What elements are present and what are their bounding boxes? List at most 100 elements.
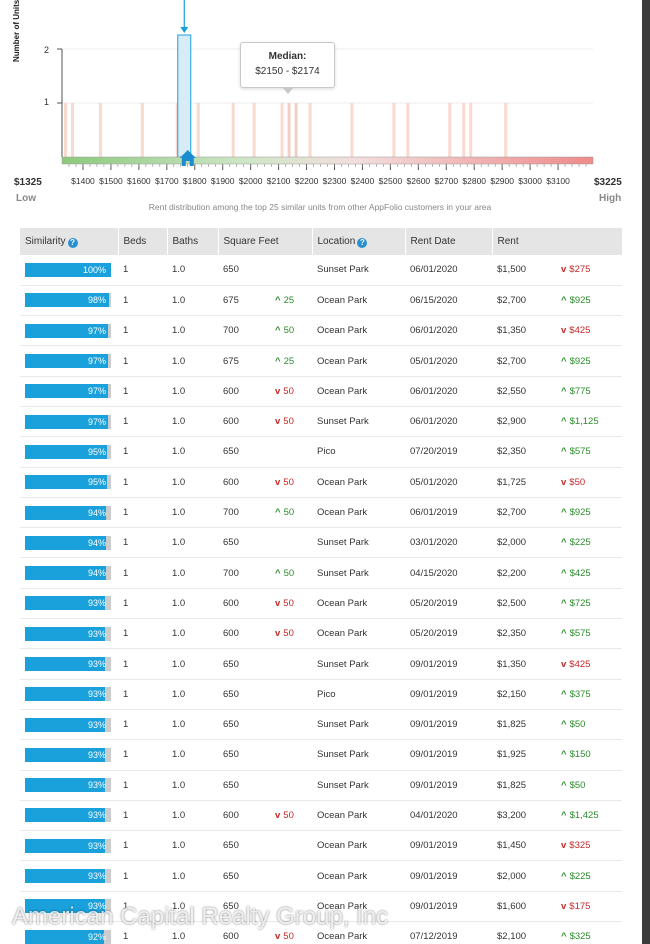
similarity-value: 94% bbox=[87, 507, 106, 518]
rent-delta: v $50 bbox=[561, 476, 586, 488]
table-row[interactable]: 97% 1 1.0 600 v 50 Sunset Park 06/01/2020 $2,900… bbox=[20, 406, 622, 438]
x-tick-label: $2400 bbox=[350, 176, 375, 186]
sqft-delta: v 50 bbox=[275, 597, 294, 609]
rent-cell: $2,700 ^ $925 bbox=[492, 285, 622, 317]
location-cell: Ocean Park bbox=[312, 800, 405, 832]
rent-cell: $1,825 ^ $50 bbox=[492, 770, 622, 801]
table-row[interactable]: 93% 1 1.0 650 Ocean Park 09/01/2019 $1,600 v $17… bbox=[20, 891, 622, 923]
baths-cell: 1.0 bbox=[167, 921, 218, 944]
table-row[interactable]: 93% 1 1.0 650 Sunset Park 09/01/2019 $1,350 v $4… bbox=[20, 648, 622, 680]
arrow-up-icon: ^ bbox=[561, 597, 567, 609]
square-feet-cell: 650 bbox=[218, 648, 312, 680]
info-icon[interactable]: ? bbox=[67, 237, 78, 248]
similarity-value: 93% bbox=[87, 659, 106, 669]
table-row[interactable]: 92% 1 1.0 600 v 50 Ocean Park 07/12/2019 $2,100 ^… bbox=[20, 921, 622, 944]
table-row[interactable]: 93% 1 1.0 650 Ocean Park 09/01/2019 $2,000 ^ $22… bbox=[20, 860, 622, 892]
rent-date-cell: 09/01/2019 bbox=[405, 679, 492, 710]
table-row[interactable]: 97% 1 1.0 700 ^ 50 Ocean Park 06/01/2020 $1,350 v… bbox=[20, 315, 622, 347]
histogram-bar bbox=[350, 103, 354, 157]
table-row[interactable]: 93% 1 1.0 600 v 50 Ocean Park 04/01/2020 $3,200 ^… bbox=[20, 800, 622, 832]
baths-cell: 1.0 bbox=[167, 800, 218, 832]
rent-delta: ^ $50 bbox=[561, 779, 586, 791]
baths-cell: 1.0 bbox=[167, 255, 218, 286]
sqft-delta: v 50 bbox=[275, 628, 294, 640]
similarity-cell: 93% bbox=[20, 679, 118, 710]
rent-delta: ^ $425 bbox=[561, 567, 591, 579]
similarity-bar: 94% bbox=[25, 566, 111, 581]
column-header-similarity[interactable]: Similarity? bbox=[20, 228, 119, 255]
pointer-arrow-icon bbox=[180, 27, 189, 33]
table-row[interactable]: 97% 1 1.0 675 ^ 25 Ocean Park 05/01/2020 $2,700 ^… bbox=[20, 345, 622, 377]
square-feet-cell: 600 v 50 bbox=[218, 800, 312, 832]
table-row[interactable]: 94% 1 1.0 700 ^ 50 Ocean Park 06/01/2019 $2,700 ^… bbox=[20, 497, 622, 529]
similarity-bar: 97% bbox=[25, 354, 111, 369]
similarity-value: 94% bbox=[87, 537, 106, 548]
baths-cell: 1.0 bbox=[167, 527, 218, 559]
table-row[interactable]: 95% 1 1.0 650 Pico 07/20/2019 $2,350 ^ $575 bbox=[20, 436, 622, 468]
histogram-bar bbox=[287, 103, 291, 157]
table-row[interactable]: 93% 1 1.0 650 Ocean Park 09/01/2019 $1,450 v $32… bbox=[20, 830, 622, 862]
rent-value: $1,350 bbox=[497, 325, 527, 337]
histogram-bar bbox=[196, 103, 200, 157]
x-range-high-value: $3225 bbox=[594, 177, 622, 188]
table-row[interactable]: 93% 1 1.0 650 Sunset Park 09/01/2019 $1,925 ^ $1… bbox=[20, 739, 622, 771]
column-header-square-feet[interactable]: Square Feet bbox=[218, 228, 313, 255]
rent-date-cell: 06/01/2020 bbox=[405, 376, 492, 407]
column-header-baths[interactable]: Baths bbox=[167, 228, 219, 255]
rent-value: $1,450 bbox=[497, 840, 527, 852]
beds-cell: 1 bbox=[118, 255, 167, 286]
info-icon[interactable]: ? bbox=[357, 237, 368, 248]
rent-cell: $1,500 v $275 bbox=[492, 255, 622, 286]
x-tick-label: $1900 bbox=[210, 176, 235, 186]
column-header-rent-date[interactable]: Rent Date bbox=[405, 228, 493, 255]
baths-cell: 1.0 bbox=[167, 285, 218, 317]
square-feet-value: 650 bbox=[223, 779, 239, 791]
rent-delta: ^ $1,125 bbox=[561, 416, 599, 428]
table-row[interactable]: 98% 1 1.0 675 ^ 25 Ocean Park 06/15/2020 $2,700 ^… bbox=[20, 285, 622, 317]
similarity-cell: 93% bbox=[20, 800, 118, 832]
square-feet-cell: 650 bbox=[218, 527, 312, 559]
table-row[interactable]: 94% 1 1.0 700 ^ 50 Sunset Park 04/15/2020 $2,200… bbox=[20, 557, 622, 589]
baths-cell: 1.0 bbox=[167, 345, 218, 377]
similarity-value: 92% bbox=[87, 931, 106, 942]
similarity-bar: 93% bbox=[25, 808, 111, 823]
table-row[interactable]: 93% 1 1.0 600 v 50 Ocean Park 05/20/2019 $2,350 ^… bbox=[20, 618, 622, 650]
similarity-value: 97% bbox=[87, 325, 106, 336]
similarity-value: 94% bbox=[87, 568, 106, 579]
beds-cell: 1 bbox=[118, 527, 167, 559]
similarity-bar: 93% bbox=[25, 687, 111, 702]
column-header-rent[interactable]: Rent bbox=[492, 228, 623, 255]
table-row[interactable]: 100% 1 1.0 650 Sunset Park 06/01/2020 $1,500 v $… bbox=[20, 255, 622, 286]
arrow-down-icon: v bbox=[275, 931, 281, 943]
table-row[interactable]: 97% 1 1.0 600 v 50 Ocean Park 06/01/2020 $2,550 ^… bbox=[20, 376, 622, 407]
histogram-bar bbox=[231, 103, 235, 157]
rent-value: $1,500 bbox=[497, 264, 527, 276]
beds-cell: 1 bbox=[118, 709, 167, 741]
table-row[interactable]: 94% 1 1.0 650 Sunset Park 03/01/2020 $2,000 ^ $2… bbox=[20, 527, 622, 559]
square-feet-value: 675 bbox=[223, 355, 239, 367]
table-row[interactable]: 93% 1 1.0 650 Sunset Park 09/01/2019 $1,825 ^ $5… bbox=[20, 770, 622, 801]
arrow-down-icon: v bbox=[275, 385, 281, 397]
similarity-cell: 93% bbox=[20, 739, 118, 771]
similarity-cell: 93% bbox=[20, 648, 118, 680]
beds-cell: 1 bbox=[118, 406, 167, 438]
column-header-location[interactable]: Location? bbox=[312, 228, 406, 255]
rent-date-cell: 09/01/2019 bbox=[405, 860, 492, 892]
x-tick-label: $2700 bbox=[434, 176, 459, 186]
square-feet-value: 650 bbox=[223, 719, 239, 731]
table-row[interactable]: 93% 1 1.0 600 v 50 Ocean Park 05/20/2019 $2,500 ^… bbox=[20, 588, 622, 620]
similarity-cell: 93% bbox=[20, 830, 118, 862]
rent-delta: ^ $925 bbox=[561, 355, 591, 367]
column-header-beds[interactable]: Beds bbox=[118, 228, 168, 255]
similarity-cell: 97% bbox=[20, 376, 118, 407]
table-row[interactable]: 93% 1 1.0 650 Sunset Park 09/01/2019 $1,825 ^ $5… bbox=[20, 709, 622, 741]
table-row[interactable]: 95% 1 1.0 600 v 50 Ocean Park 05/01/2020 $1,725 v… bbox=[20, 467, 622, 498]
square-feet-value: 650 bbox=[223, 840, 239, 852]
arrow-up-icon: ^ bbox=[561, 537, 567, 549]
location-cell: Sunset Park bbox=[312, 770, 405, 801]
table-row[interactable]: 93% 1 1.0 650 Pico 09/01/2019 $2,150 ^ $375 bbox=[20, 679, 622, 710]
square-feet-value: 650 bbox=[223, 900, 239, 912]
rent-date-cell: 05/20/2019 bbox=[405, 588, 492, 620]
similarity-bar: 98% bbox=[25, 293, 111, 308]
similarity-cell: 95% bbox=[20, 467, 118, 498]
